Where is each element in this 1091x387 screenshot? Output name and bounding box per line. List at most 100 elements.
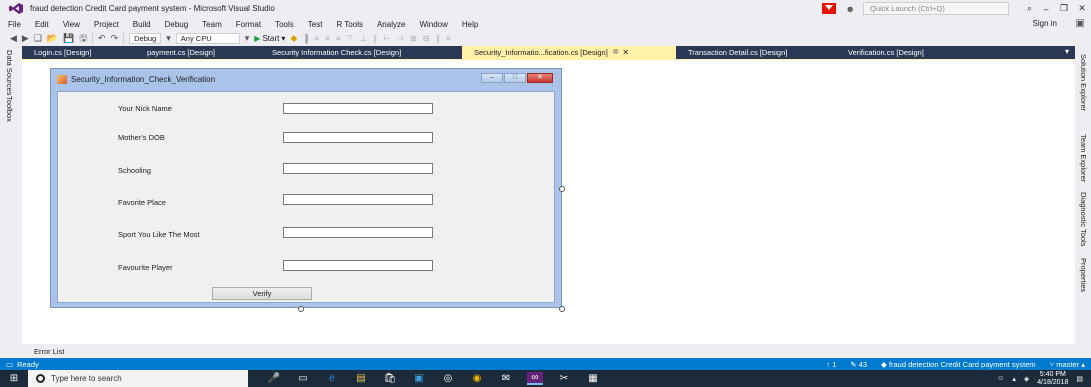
favorite-sport-input[interactable] [283,227,433,238]
browser-link-icon[interactable]: ◆ [290,33,297,44]
close-tab-icon[interactable]: ✕ [622,48,629,57]
diamond-icon: ◆ [881,359,887,369]
form-designer-surface: Security_Information_Check_Verification … [22,59,1075,344]
app-icon[interactable]: ◎ [440,372,456,385]
menu-test[interactable]: Test [301,20,330,29]
tab-label: payment.cs [Design] [147,48,215,57]
clock[interactable]: 5:40 PM 4/18/2018 [1037,371,1068,387]
designed-form-window[interactable]: Security_Information_Check_Verification … [50,68,562,308]
task-view-icon[interactable]: ▭ [295,372,311,385]
tab-security-information-check-design[interactable]: Security Information Check.cs [Design] [260,46,462,59]
visual-studio-taskbar-icon[interactable]: ∞ [527,372,543,385]
nick-name-input[interactable] [283,103,433,114]
mothers-dob-input[interactable] [283,132,433,143]
store-icon[interactable]: 🛍 [382,372,398,385]
error-list-tab[interactable]: Error List [34,347,64,356]
branch-indicator[interactable]: ⑂ master ▴ [1050,360,1085,369]
restore-button[interactable]: ❐ [1055,3,1073,14]
form-close-button[interactable]: ✕ [527,73,553,83]
undo-icon[interactable]: ↶ [98,33,106,44]
pending-changes[interactable]: ✎ 43 [850,360,867,369]
redo-icon[interactable]: ↷ [111,33,119,44]
chrome-icon[interactable]: ◉ [469,372,485,385]
sign-in-link[interactable]: Sign in [1033,19,1057,28]
menu-build[interactable]: Build [126,20,158,29]
save-all-icon[interactable]: 🖫 [79,31,87,47]
resize-handle-right[interactable] [559,186,565,192]
forward-icon[interactable]: ▶ [22,33,29,44]
form-minimize-button[interactable]: – [481,73,503,83]
toolbox-tab[interactable]: Toolbox [5,96,14,122]
repository-indicator[interactable]: ◆ fraud detection Credit Card payment sy… [881,360,1036,369]
save-icon[interactable]: 💾 [63,33,74,44]
windows-start-button[interactable]: ⊞ [0,370,28,387]
open-file-icon[interactable]: 📂 [47,33,58,44]
properties-tab[interactable]: Properties [1079,258,1088,292]
tab-login-design[interactable]: Login.cs [Design] [22,46,135,59]
menu-window[interactable]: Window [412,20,454,29]
chevron-down-icon[interactable]: ▾ [245,33,250,44]
solution-platform-select[interactable]: Any CPU [175,33,240,44]
show-hidden-icons-icon[interactable]: ▴ [1012,375,1016,383]
tab-overflow-dropdown-icon[interactable]: ▾ [1065,47,1069,56]
menu-analyze[interactable]: Analyze [370,20,412,29]
verify-button[interactable]: Verify [212,287,312,300]
microphone-icon[interactable]: 🎤 [266,372,282,385]
new-project-icon[interactable]: ❑ [34,33,42,44]
favourite-player-input[interactable] [283,260,433,271]
output-window-icon[interactable]: ▭ [6,360,13,369]
resize-handle-corner[interactable] [559,306,565,312]
schooling-input[interactable] [283,163,433,174]
system-tray: ☺ ▴ ◈ 5:40 PM 4/18/2018 ▤ [997,370,1083,387]
menu-format[interactable]: Format [229,20,268,29]
form-maximize-button[interactable]: □ [504,73,526,83]
people-icon[interactable]: ☺ [997,375,1004,382]
edge-browser-icon[interactable]: e [324,372,340,385]
account-icon[interactable]: ▣ [1076,18,1085,29]
back-icon[interactable]: ◀ [10,33,17,44]
tab-transaction-detail-design[interactable]: Transaction Detail.cs [Design] [676,46,836,59]
notifications-flag-icon[interactable] [821,3,836,14]
chevron-down-icon[interactable]: ▾ [166,33,171,44]
quick-launch-input[interactable]: Quick Launch (Ctrl+Q) ⌕ [863,2,1032,15]
menu-team[interactable]: Team [195,20,229,29]
menu-tools[interactable]: Tools [268,20,301,29]
solution-configuration-select[interactable]: Debug [129,33,162,44]
clock-time: 5:40 PM [1039,370,1066,378]
feedback-person-icon[interactable]: ☻ [846,4,855,14]
start-debugging-button[interactable]: ▶ Start ▾ [254,34,285,43]
unpublished-commits[interactable]: ↑ 1 [826,360,836,369]
menu-file[interactable]: File [0,20,28,29]
diagnostic-tools-tab[interactable]: Diagnostic Tools [1079,192,1088,246]
snipping-tool-icon[interactable]: ✂ [556,372,572,385]
up-arrow-icon: ↑ [826,359,831,369]
status-ready: ▭ Ready [6,360,39,369]
menu-project[interactable]: Project [87,20,126,29]
tab-payment-design[interactable]: payment.cs [Design] [135,46,260,59]
terminal-icon[interactable]: ▦ [585,372,601,385]
tab-label: Verification.cs [Design] [848,48,924,57]
minimize-button[interactable]: – [1037,4,1055,14]
pin-icon[interactable]: ⭙ [613,49,619,57]
data-sources-tab[interactable]: Data Sources [5,50,14,95]
resize-handle-bottom[interactable] [298,306,304,312]
menu-debug[interactable]: Debug [158,20,196,29]
action-center-icon[interactable]: ▤ [1076,375,1083,383]
menu-r-tools[interactable]: R Tools [329,20,370,29]
favorite-place-input[interactable] [283,194,433,205]
network-icon[interactable]: ◈ [1024,375,1029,383]
toolbar-separator [123,33,125,44]
tab-verification-design[interactable]: Verification.cs [Design] [836,46,986,59]
mail-icon[interactable]: ✉ [498,372,514,385]
close-window-button[interactable]: ✕ [1073,3,1091,14]
menu-edit[interactable]: Edit [28,20,56,29]
menu-view[interactable]: View [56,20,87,29]
solution-explorer-tab[interactable]: Solution Explorer [1079,54,1088,111]
menu-help[interactable]: Help [455,20,485,29]
file-explorer-icon[interactable]: ▤ [353,372,369,385]
team-explorer-tab[interactable]: Team Explorer [1079,134,1088,182]
taskbar-search-box[interactable]: Type here to search [28,370,248,387]
tab-security-information-verification-design[interactable]: Security_Informatio...fication.cs [Desig… [462,46,676,59]
media-player-icon[interactable]: ▣ [411,372,427,385]
search-icon[interactable]: ⌕ [1027,3,1032,14]
